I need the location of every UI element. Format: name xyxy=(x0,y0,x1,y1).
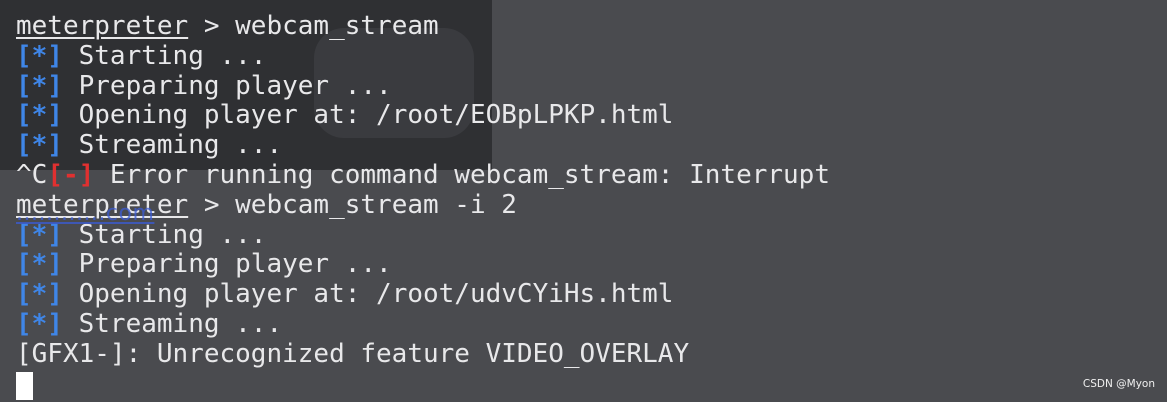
info-tag: [*] xyxy=(16,219,63,250)
info-tag: [*] xyxy=(16,100,63,131)
terminal-window[interactable]: meterpreter > webcam_stream [*] Starting… xyxy=(0,0,1167,402)
prompt-separator: > xyxy=(188,189,236,220)
interrupt-prefix: ^C xyxy=(16,159,48,190)
output-text: Preparing player ... xyxy=(62,70,392,101)
output-text: Preparing player ... xyxy=(62,249,392,280)
output-line: [GFX1-]: Unrecognized feature VIDEO_OVER… xyxy=(16,338,1159,370)
error-tag: [-] xyxy=(47,159,95,190)
output-line: [*] Starting ... xyxy=(16,40,1159,72)
output-text: Streaming ... xyxy=(62,130,283,161)
output-text: Streaming ... xyxy=(62,308,283,339)
prompt-line: meterpreter > webcam_stream -i 2 xyxy=(16,189,1159,221)
input-line[interactable] xyxy=(16,370,1159,400)
info-tag: [*] xyxy=(16,130,63,161)
terminal-output: meterpreter > webcam_stream [*] Starting… xyxy=(16,11,1159,400)
output-line: [*] Streaming ... xyxy=(16,130,1159,161)
prompt-line: meterpreter > webcam_stream xyxy=(16,11,1159,42)
output-line: [*] Opening player at: /root/EOBpLPKP.ht… xyxy=(16,100,1159,131)
info-tag: [*] xyxy=(16,279,63,310)
prompt-separator: > xyxy=(188,11,236,41)
prompt-name: meterpreter xyxy=(16,189,189,220)
info-tag: [*] xyxy=(16,308,63,339)
text-cursor[interactable] xyxy=(16,371,33,400)
output-line: [*] Streaming ... xyxy=(16,308,1159,340)
watermark: CSDN @Myon⁠ xyxy=(1082,378,1155,390)
output-text: [GFX1-]: Unrecognized feature VIDEO_OVER… xyxy=(16,338,690,369)
info-tag: [*] xyxy=(16,70,63,101)
output-text: Opening player at: /root/EOBpLPKP.html xyxy=(62,100,674,131)
output-line: [*] Opening player at: /root/udvCYiHs.ht… xyxy=(16,279,1159,310)
output-text: Opening player at: /root/udvCYiHs.html xyxy=(62,279,674,310)
info-tag: [*] xyxy=(16,249,63,280)
output-line: [*] Preparing player ... xyxy=(16,249,1159,280)
prompt-name: meterpreter xyxy=(16,11,189,41)
output-line: [*] Starting ... xyxy=(16,219,1159,251)
output-text: Starting ... xyxy=(62,219,267,250)
output-line: [*] Preparing player ... xyxy=(16,70,1159,102)
error-line: ^C[-] Error running command webcam_strea… xyxy=(16,159,1159,191)
command-text: webcam_stream -i 2 xyxy=(235,189,517,220)
command-text: webcam_stream xyxy=(235,11,439,41)
info-tag: [*] xyxy=(16,40,63,71)
output-text: Starting ... xyxy=(62,40,267,71)
error-text: Error running command webcam_stream: Int… xyxy=(94,159,830,190)
